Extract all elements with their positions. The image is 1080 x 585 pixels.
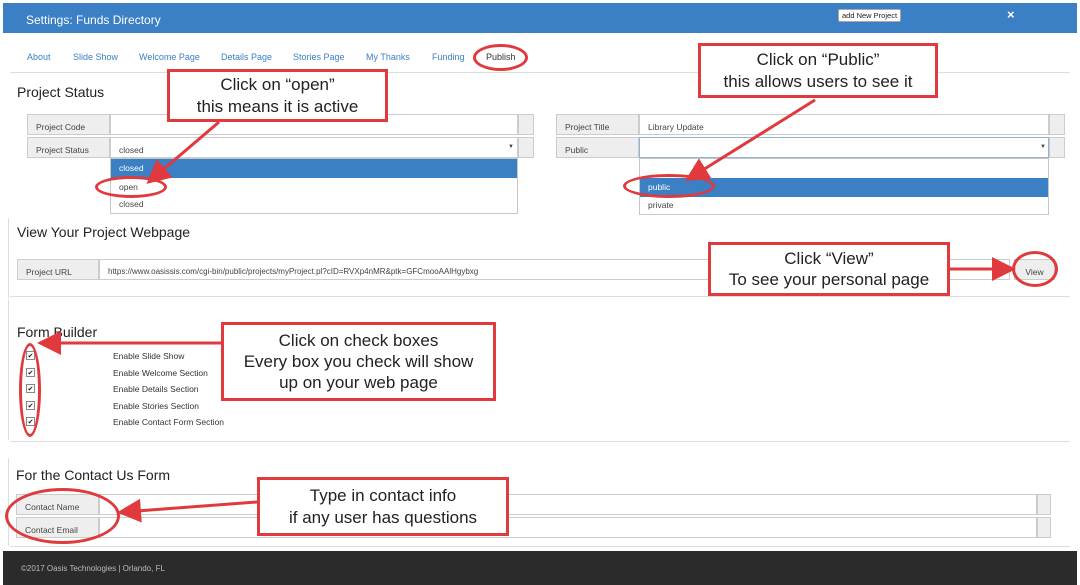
- callout-open: Click on “open” this means it is active: [167, 69, 388, 122]
- callout-view-line: To see your personal page: [728, 270, 930, 289]
- arrow-contact: [117, 498, 258, 523]
- arrow-open: [146, 120, 220, 184]
- callout-public-line: Click on “Public”: [756, 50, 880, 70]
- callout-open-line: Click on “open”: [220, 75, 335, 95]
- callout-checkboxes-line: Every box you check will show: [243, 351, 474, 371]
- callout-checkboxes-line: up on your web page: [279, 373, 438, 393]
- callout-public: Click on “Public” this allows users to se…: [698, 43, 938, 98]
- callout-open-line: this means it is active: [196, 96, 359, 116]
- callout-view-line: Click “View”: [784, 248, 874, 268]
- callout-checkboxes: Click on check boxes Every box you check …: [221, 322, 496, 401]
- callout-contact-line: if any user has questions: [288, 507, 478, 527]
- callout-contact-line: Type in contact info: [309, 486, 457, 506]
- callout-contact: Type in contact info if any user has ques…: [257, 477, 509, 536]
- callout-view: Click “View” To see your personal page: [708, 242, 950, 296]
- callout-public-line: this allows users to see it: [723, 71, 913, 91]
- callout-checkboxes-line: Click on check boxes: [278, 330, 439, 350]
- arrow-public: [684, 98, 816, 182]
